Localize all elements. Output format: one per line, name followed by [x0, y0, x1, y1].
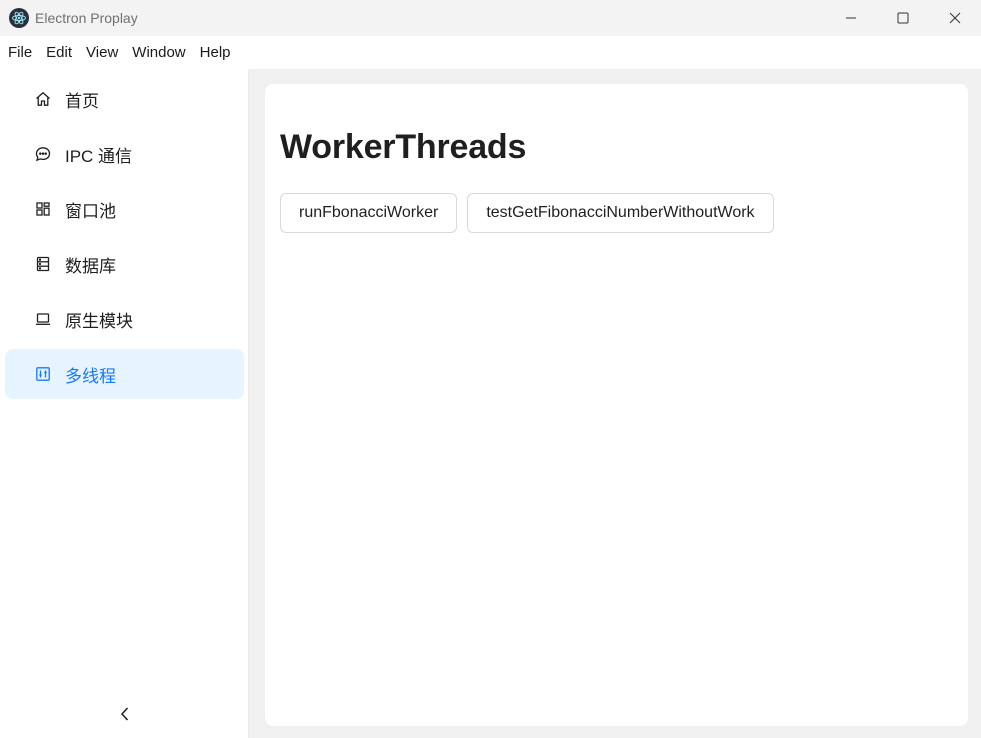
chevron-left-icon [120, 707, 129, 721]
collapse-sidebar-button[interactable] [115, 704, 135, 724]
action-buttons: runFbonacciWorker testGetFibonacciNumber… [280, 193, 774, 233]
main-content: WorkerThreads runFbonacciWorker testGetF… [250, 69, 981, 738]
minimize-button[interactable] [825, 0, 877, 36]
laptop-icon [35, 311, 51, 327]
close-button[interactable] [929, 0, 981, 36]
test-fibonacci-without-worker-button[interactable]: testGetFibonacciNumberWithoutWork [467, 193, 774, 233]
sidebar: 首页 IPC 通信 窗口池 数据库 原生模块 多线程 [0, 69, 249, 738]
sidebar-item-database[interactable]: 数据库 [5, 239, 244, 289]
sidebar-item-home[interactable]: 首页 [5, 74, 244, 124]
sidebar-item-label: 首页 [65, 91, 99, 111]
database-icon [35, 256, 51, 272]
electron-icon [9, 8, 29, 28]
maximize-icon [897, 12, 909, 24]
content-card: WorkerThreads runFbonacciWorker testGetF… [265, 84, 968, 726]
sliders-icon [35, 366, 51, 382]
page-title: WorkerThreads [280, 128, 527, 166]
close-icon [949, 12, 961, 24]
window-title: Electron Proplay [35, 10, 138, 26]
home-icon [35, 91, 51, 107]
menu-view[interactable]: View [79, 36, 125, 69]
menu-file[interactable]: File [0, 36, 39, 69]
sidebar-item-window-pool[interactable]: 窗口池 [5, 184, 244, 234]
menu-help[interactable]: Help [193, 36, 238, 69]
sidebar-item-native-module[interactable]: 原生模块 [5, 294, 244, 344]
maximize-button[interactable] [877, 0, 929, 36]
sidebar-item-label: 窗口池 [65, 201, 116, 221]
sidebar-item-ipc[interactable]: IPC 通信 [5, 129, 244, 179]
chat-icon [35, 146, 51, 162]
sidebar-item-label: 多线程 [65, 366, 116, 386]
run-fibonacci-worker-button[interactable]: runFbonacciWorker [280, 193, 458, 233]
sidebar-item-label: 原生模块 [65, 311, 133, 331]
menu-edit[interactable]: Edit [39, 36, 79, 69]
menu-bar: File Edit View Window Help [0, 36, 981, 69]
sidebar-item-multithread[interactable]: 多线程 [5, 349, 244, 399]
minimize-icon [846, 17, 856, 19]
window-controls [825, 0, 981, 36]
menu-window[interactable]: Window [125, 36, 192, 69]
title-bar: Electron Proplay [0, 0, 981, 36]
sidebar-item-label: 数据库 [65, 256, 116, 276]
app-grid-icon [35, 201, 51, 217]
sidebar-item-label: IPC 通信 [65, 146, 133, 166]
